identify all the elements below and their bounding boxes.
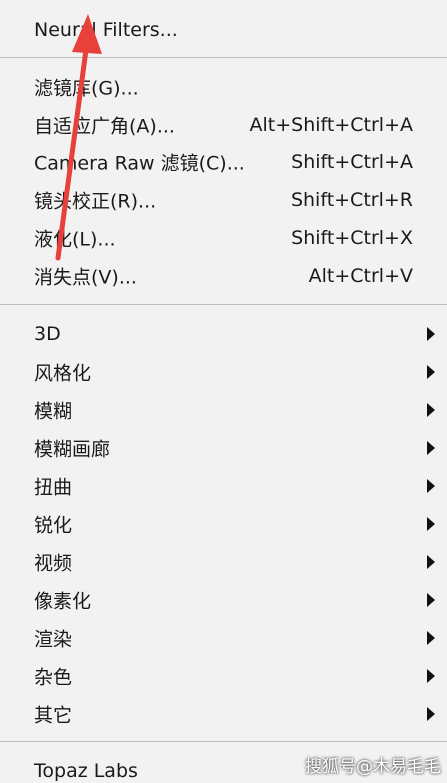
submenu-pixelate[interactable]: 像素化 [0,581,447,619]
submenu-noise[interactable]: 杂色 [0,657,447,695]
submenu-arrow-icon [427,593,435,607]
menu-item-camera-raw-filter[interactable]: Camera Raw 滤镜(C)... Shift+Ctrl+A [0,143,447,181]
submenu-sharpen[interactable]: 锐化 [0,505,447,543]
menu-item-label: 杂色 [34,666,73,689]
submenu-3d[interactable]: 3D [0,315,447,353]
menu-item-filter-gallery[interactable]: 滤镜库(G)... [0,68,447,106]
menu-item-label: 风格化 [34,362,92,385]
menu-item-label: 模糊 [34,400,73,423]
submenu-render[interactable]: 渲染 [0,619,447,657]
menu-separator [0,57,447,58]
menu-item-label: 其它 [34,704,73,727]
menu-item-shortcut: Shift+Ctrl+X [291,227,413,249]
menu-separator [0,304,447,305]
menu-item-label: 消失点(V)... [34,266,137,289]
menu-item-label: 模糊画廊 [34,438,111,461]
submenu-arrow-icon [427,327,435,341]
menu-item-shortcut: Alt+Shift+Ctrl+A [249,114,413,136]
menu-item-label: 扭曲 [34,476,73,499]
submenu-arrow-icon [427,555,435,569]
menu-item-shortcut: Shift+Ctrl+A [291,151,413,173]
watermark-text: 搜狐号@木易毛毛 [305,757,441,777]
menu-item-label: 像素化 [34,590,92,613]
submenu-arrow-icon [427,479,435,493]
menu-item-vanishing-point[interactable]: 消失点(V)... Alt+Ctrl+V [0,257,447,295]
submenu-video[interactable]: 视频 [0,543,447,581]
menu-item-liquify[interactable]: 液化(L)... Shift+Ctrl+X [0,219,447,257]
submenu-arrow-icon [427,669,435,683]
menu-item-shortcut: Shift+Ctrl+R [290,189,413,211]
filter-menu: Neural Filters... 滤镜库(G)... 自适应广角(A)... … [0,0,447,783]
menu-item-label: 滤镜库(G)... [34,77,139,100]
menu-item-neural-filters[interactable]: Neural Filters... [0,11,447,49]
menu-item-label: 渲染 [34,628,73,651]
menu-item-label: 液化(L)... [34,228,116,251]
menu-item-label: Camera Raw 滤镜(C)... [34,152,245,175]
submenu-other[interactable]: 其它 [0,695,447,733]
menu-item-shortcut: Alt+Ctrl+V [308,265,413,287]
menu-item-label: 视频 [34,552,73,575]
submenu-arrow-icon [427,517,435,531]
menu-separator [0,741,447,742]
submenu-arrow-icon [427,707,435,721]
menu-item-label: 锐化 [34,514,73,537]
submenu-blur[interactable]: 模糊 [0,391,447,429]
menu-item-lens-correction[interactable]: 镜头校正(R)... Shift+Ctrl+R [0,181,447,219]
submenu-distort[interactable]: 扭曲 [0,467,447,505]
menu-item-label: Topaz Labs [34,760,138,782]
menu-item-label: 3D [34,323,61,345]
submenu-stylize[interactable]: 风格化 [0,353,447,391]
submenu-blur-gallery[interactable]: 模糊画廊 [0,429,447,467]
menu-item-label: 镜头校正(R)... [34,190,157,213]
menu-item-adaptive-wide-angle[interactable]: 自适应广角(A)... Alt+Shift+Ctrl+A [0,106,447,144]
menu-item-label: Neural Filters... [34,19,178,41]
submenu-arrow-icon [427,403,435,417]
submenu-arrow-icon [427,631,435,645]
submenu-arrow-icon [427,365,435,379]
menu-item-label: 自适应广角(A)... [34,115,175,138]
submenu-arrow-icon [427,441,435,455]
